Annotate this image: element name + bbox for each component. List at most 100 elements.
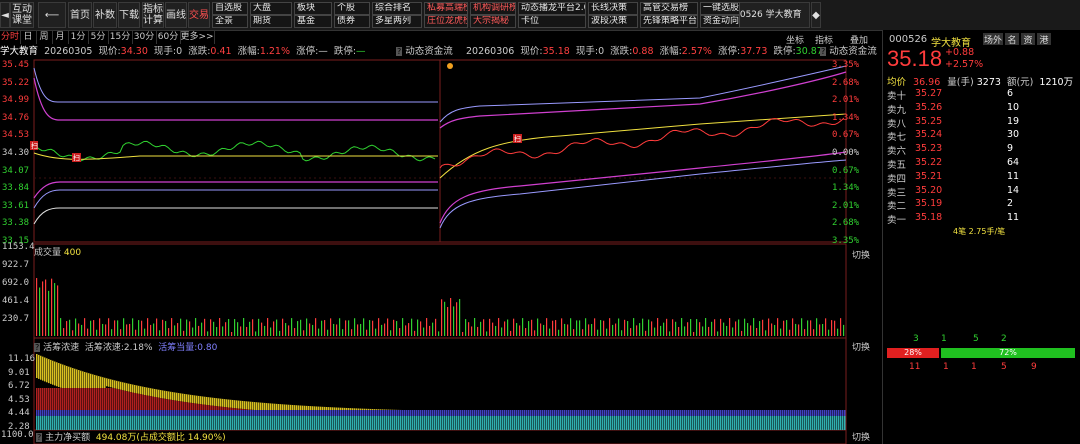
- flow-bar: [474, 416, 476, 430]
- quick-link-bottom-5[interactable]: 庄位龙虎榜: [424, 15, 468, 28]
- flow-bar: [610, 410, 612, 416]
- ask-row[interactable]: 卖九 35.26 10: [887, 102, 1072, 116]
- period-tab-6[interactable]: 15分: [108, 31, 133, 44]
- flow-bar: [728, 416, 730, 430]
- period-tab-8[interactable]: 60分: [156, 31, 181, 44]
- home-icon[interactable]: ⟵: [38, 2, 66, 28]
- quick-link-bottom-9[interactable]: 先锋策略平台 2.0: [640, 15, 698, 28]
- volume-bar: [345, 320, 347, 336]
- tag-otc[interactable]: 场外: [983, 33, 1003, 46]
- volume-bar: [399, 328, 401, 336]
- quick-link-top-7[interactable]: 动态播龙平台2.0: [518, 2, 586, 15]
- period-tab-1[interactable]: 日: [20, 31, 37, 44]
- ask-row[interactable]: 卖三 35.20 14: [887, 185, 1072, 199]
- flow-bar: [584, 410, 586, 416]
- intraday-chart[interactable]: 扫 扫 扫: [0, 58, 880, 444]
- volume-bar: [609, 318, 611, 336]
- quick-link-top-9[interactable]: 高管交易榜: [640, 2, 698, 15]
- period-tab-2[interactable]: 周: [36, 31, 53, 44]
- flow-bar: [460, 416, 462, 430]
- ask-row[interactable]: 卖七 35.24 30: [887, 129, 1072, 143]
- flow-bar: [110, 410, 112, 416]
- quick-link-bottom-3[interactable]: 债券: [334, 15, 370, 28]
- ask-row[interactable]: 卖八 35.25 19: [887, 116, 1072, 130]
- back-icon[interactable]: ◄: [0, 2, 10, 28]
- quick-link-top-0[interactable]: 自选股: [212, 2, 248, 15]
- flow-bar: [212, 410, 214, 416]
- flow-bar: [46, 410, 48, 416]
- period-tab-3[interactable]: 月: [52, 31, 69, 44]
- flow-bar: [48, 410, 50, 416]
- quick-link-bottom-10[interactable]: 资金动向: [700, 15, 740, 28]
- period-tab-0[interactable]: 分时: [0, 31, 21, 44]
- flow-bar: [374, 410, 376, 416]
- tag-capital[interactable]: 资: [1021, 33, 1035, 46]
- home-button[interactable]: 首页: [68, 2, 92, 28]
- price-tick-left: 33.38: [2, 218, 30, 229]
- volume-bar: [765, 330, 767, 336]
- price-tick-right: 1.34%: [832, 183, 860, 194]
- period-tab-7[interactable]: 30分: [132, 31, 157, 44]
- indicator-calc-button[interactable]: 指标 计算: [142, 2, 164, 28]
- flow-bar: [158, 416, 160, 430]
- flow-bar: [372, 410, 374, 416]
- dyn-flow-label[interactable]: ? 动态资金流: [396, 45, 453, 58]
- volume-switch-button[interactable]: 切换: [852, 248, 870, 261]
- quick-link-bottom-6[interactable]: 大宗揭秘: [470, 15, 516, 28]
- overlay-button[interactable]: 叠加: [850, 33, 868, 46]
- quick-link-bottom-2[interactable]: 基金: [294, 15, 332, 28]
- flow-bar: [244, 401, 246, 410]
- quick-link-top-3[interactable]: 个股: [334, 2, 370, 15]
- flow-bar: [276, 410, 278, 416]
- flow-bar: [160, 390, 162, 399]
- ask-row[interactable]: 卖五 35.22 64: [887, 157, 1072, 171]
- period-tab-9[interactable]: 更多>>: [180, 31, 215, 44]
- flow-bar: [476, 416, 478, 430]
- volume-bar: [69, 319, 71, 336]
- quick-link-top-5[interactable]: 私募高端榜: [424, 2, 468, 15]
- bottom-switch-button[interactable]: 切换: [852, 430, 870, 443]
- quick-link-top-4[interactable]: 综合排名: [372, 2, 422, 15]
- quick-link-top-2[interactable]: 板块: [294, 2, 332, 15]
- quick-link-bottom-4[interactable]: 多星两列: [372, 15, 422, 28]
- ask-row[interactable]: 卖四 35.21 11: [887, 171, 1072, 185]
- flow-bar: [316, 410, 318, 416]
- download-button[interactable]: 下载: [118, 2, 140, 28]
- draw-line-button[interactable]: 画线: [165, 2, 187, 28]
- ask-row[interactable]: 卖六 35.23 9: [887, 143, 1072, 157]
- ask-row[interactable]: 卖二 35.19 2: [887, 198, 1072, 212]
- volume-bar: [624, 319, 626, 336]
- period-tab-4[interactable]: 1分: [68, 31, 89, 44]
- flow-switch-button[interactable]: 切换: [852, 340, 870, 353]
- quick-link-top-8[interactable]: 长线决策: [588, 2, 638, 15]
- quick-link-bottom-1[interactable]: 期货: [250, 15, 292, 28]
- quick-link-top-10[interactable]: 一键选股: [700, 2, 740, 15]
- quick-link-bottom-0[interactable]: 全景: [212, 15, 248, 28]
- trade-button[interactable]: 交易: [188, 2, 210, 28]
- volume-bar: [279, 330, 281, 336]
- supplement-button[interactable]: 补数: [93, 2, 117, 28]
- ask-row[interactable]: 卖十 35.27 6: [887, 88, 1072, 102]
- ask-row[interactable]: 卖一 35.18 11: [887, 212, 1072, 226]
- quick-link-bottom-8[interactable]: 波段决策: [588, 15, 638, 28]
- flow-bar: [60, 363, 62, 388]
- tag-name[interactable]: 名: [1005, 33, 1019, 46]
- period-tab-5[interactable]: 5分: [88, 31, 109, 44]
- flow-bar: [144, 410, 146, 416]
- dropdown-icon[interactable]: ◆: [811, 2, 821, 28]
- coord-button[interactable]: 坐标: [786, 33, 804, 46]
- indicator-button[interactable]: 指标: [815, 33, 833, 46]
- quick-link-top-6[interactable]: 机构调研榜: [470, 2, 516, 15]
- tag-hk[interactable]: 港: [1037, 33, 1051, 46]
- volume-bar: [309, 323, 311, 336]
- flow-bar: [322, 416, 324, 430]
- dyn-flow-label-2[interactable]: ? 动态资金流: [820, 45, 877, 58]
- flow-bar: [42, 388, 44, 410]
- interactive-class-button[interactable]: 互动 课堂: [10, 2, 34, 28]
- quick-link-bottom-7[interactable]: 卡位: [518, 15, 586, 28]
- flow-bar: [94, 388, 96, 410]
- flow-bar: [532, 410, 534, 416]
- flow-bar: [624, 416, 626, 430]
- flow-bar: [748, 416, 750, 430]
- quick-link-top-1[interactable]: 大盘: [250, 2, 292, 15]
